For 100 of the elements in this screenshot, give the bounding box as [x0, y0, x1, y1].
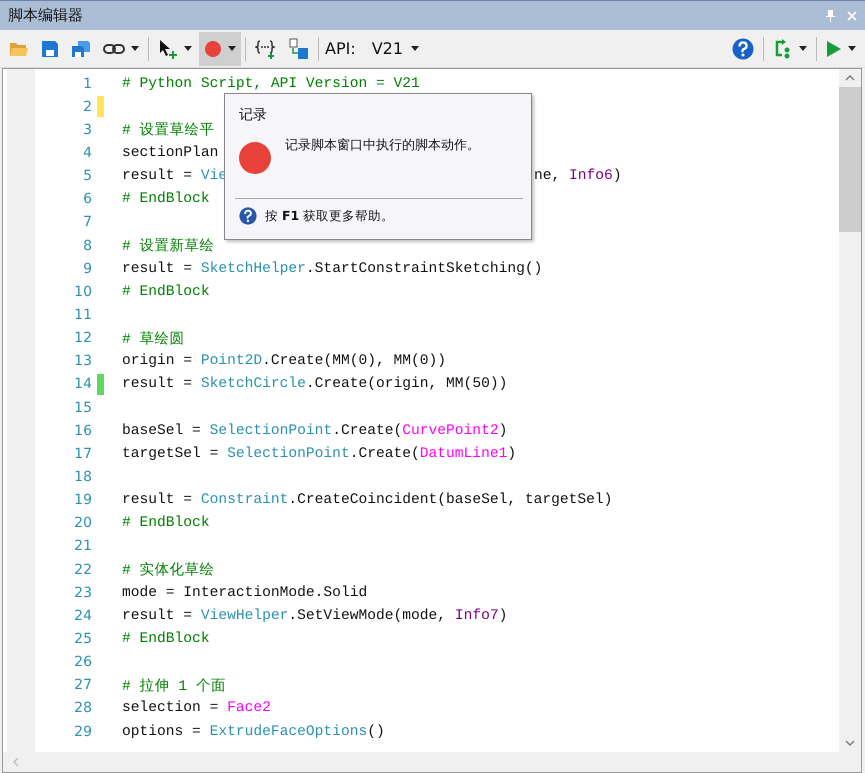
- line-number: 28: [73, 700, 92, 716]
- line-number: 13: [73, 353, 92, 370]
- caret-icon: [411, 46, 420, 51]
- code-token: # 实体化草绘: [122, 560, 215, 580]
- line-number: 19: [73, 492, 92, 508]
- code-token: # EndBlock: [122, 515, 210, 532]
- tooltip-title: 记录: [239, 106, 268, 124]
- code-token: # EndBlock: [122, 191, 210, 208]
- code-token: .StartConstraintSketching(): [306, 260, 542, 277]
- line-number: 20: [73, 515, 92, 532]
- api-version-dropdown[interactable]: V21: [366, 35, 426, 62]
- code-token: ExtrudeFaceOptions: [210, 724, 368, 740]
- scroll-up-icon[interactable]: [845, 75, 855, 81]
- line-number: 4: [82, 144, 92, 161]
- line-number: 29: [73, 724, 92, 740]
- code-token: DatumLine1: [420, 446, 508, 462]
- code-token: # 设置草绘平: [122, 121, 215, 140]
- code-token: options =: [122, 724, 202, 740]
- code-token: # 拉伸 1 个面: [122, 677, 226, 695]
- help-icon[interactable]: [732, 38, 754, 60]
- code-token: Constraint: [200, 492, 288, 508]
- insert-block-icon[interactable]: [255, 38, 277, 58]
- help-icon: [239, 207, 257, 225]
- code-token: result =: [122, 492, 194, 508]
- code-token: .Create(: [350, 446, 420, 462]
- line-number: 3: [82, 122, 92, 138]
- code-token: result =: [122, 376, 194, 392]
- vertical-scrollbar[interactable]: [839, 69, 861, 752]
- caret-icon: [799, 46, 807, 51]
- chain-icon[interactable]: [103, 44, 125, 54]
- line-number: 11: [73, 306, 92, 323]
- code-token: result =: [122, 608, 194, 624]
- save-icon[interactable]: [41, 40, 59, 58]
- code-token: sectionPlan: [122, 144, 218, 161]
- code-token: # Python Script, API Version = V21: [122, 76, 420, 92]
- line-number: 14: [73, 376, 92, 392]
- code-token: selection =: [122, 700, 220, 716]
- line-number: 26: [73, 654, 92, 670]
- caret-icon: [848, 46, 856, 51]
- line-number: 22: [73, 562, 92, 578]
- line-number: 17: [73, 446, 92, 462]
- code-token: baseSel =: [122, 422, 202, 439]
- code-token: SelectionPoint: [210, 422, 332, 439]
- code-token: result =: [122, 260, 194, 277]
- code-token: ): [612, 168, 622, 184]
- code-token: Info6: [569, 168, 613, 184]
- code-token: origin =: [122, 353, 194, 370]
- record-icon[interactable]: [204, 40, 222, 58]
- run-icon[interactable]: [826, 40, 842, 58]
- horizontal-scrollbar[interactable]: [3, 752, 861, 772]
- scroll-down-icon[interactable]: [845, 740, 855, 746]
- line-number: 10: [73, 284, 92, 300]
- caret-icon: [228, 46, 236, 51]
- caret-icon: [184, 46, 192, 51]
- code-token: (): [367, 724, 385, 740]
- line-number: 7: [82, 214, 92, 230]
- code-token: # EndBlock: [122, 630, 210, 647]
- tooltip-description: 记录脚本窗口中执行的脚本动作。: [285, 137, 480, 155]
- line-number: 21: [73, 538, 92, 554]
- code-token: result =: [122, 168, 194, 184]
- code-token: # 设置新草绘: [122, 236, 215, 256]
- line-number: 25: [73, 630, 92, 647]
- code-token: SketchHelper: [200, 260, 306, 277]
- line-number: 6: [82, 191, 92, 208]
- line-number: 5: [82, 168, 92, 184]
- convert-icon[interactable]: [289, 38, 309, 60]
- code-token: Info7: [454, 608, 499, 624]
- scrollbar-thumb[interactable]: [839, 87, 861, 232]
- code-token: ViewHelper: [200, 608, 288, 624]
- code-token: mode = InteractionMode.Solid: [122, 584, 368, 601]
- code-token: SketchCircle: [200, 376, 306, 392]
- line-number: 12: [73, 330, 92, 346]
- code-token: .Create(: [332, 422, 402, 439]
- code-token: ): [498, 422, 508, 439]
- code-token: Face2: [227, 700, 271, 716]
- code-token: .CreateCoincident(baseSel, targetSel): [288, 492, 612, 508]
- code-token: ): [498, 608, 508, 624]
- code-token: .Create(MM(0), MM(0)): [262, 353, 446, 370]
- cursor-plus-icon[interactable]: [158, 38, 178, 58]
- code-token: .Create(origin, MM(50)): [306, 376, 508, 392]
- help-hint: 按 F1 获取更多帮助。: [265, 208, 394, 224]
- save-all-icon[interactable]: [71, 40, 91, 58]
- caret-icon: [131, 46, 139, 51]
- line-number: 18: [73, 468, 92, 485]
- code-token: .SetViewMode(mode,: [288, 608, 448, 624]
- line-number: 2: [82, 98, 92, 115]
- line-number: 9: [82, 260, 92, 277]
- code-token: SelectionPoint: [227, 446, 350, 462]
- record-icon: [239, 142, 271, 174]
- code-token: # 草绘圆: [122, 330, 185, 348]
- line-number: 23: [73, 584, 92, 601]
- line-number: 15: [73, 400, 92, 416]
- code-token: ne,: [534, 168, 562, 184]
- line-number: 8: [82, 238, 92, 254]
- code-token: # EndBlock: [122, 284, 210, 300]
- window-title: 脚本编辑器: [8, 6, 84, 25]
- line-number: 1: [82, 76, 92, 92]
- line-number: 24: [73, 608, 92, 624]
- code-token: targetSel =: [122, 446, 220, 462]
- code-token: Point2D: [200, 353, 262, 370]
